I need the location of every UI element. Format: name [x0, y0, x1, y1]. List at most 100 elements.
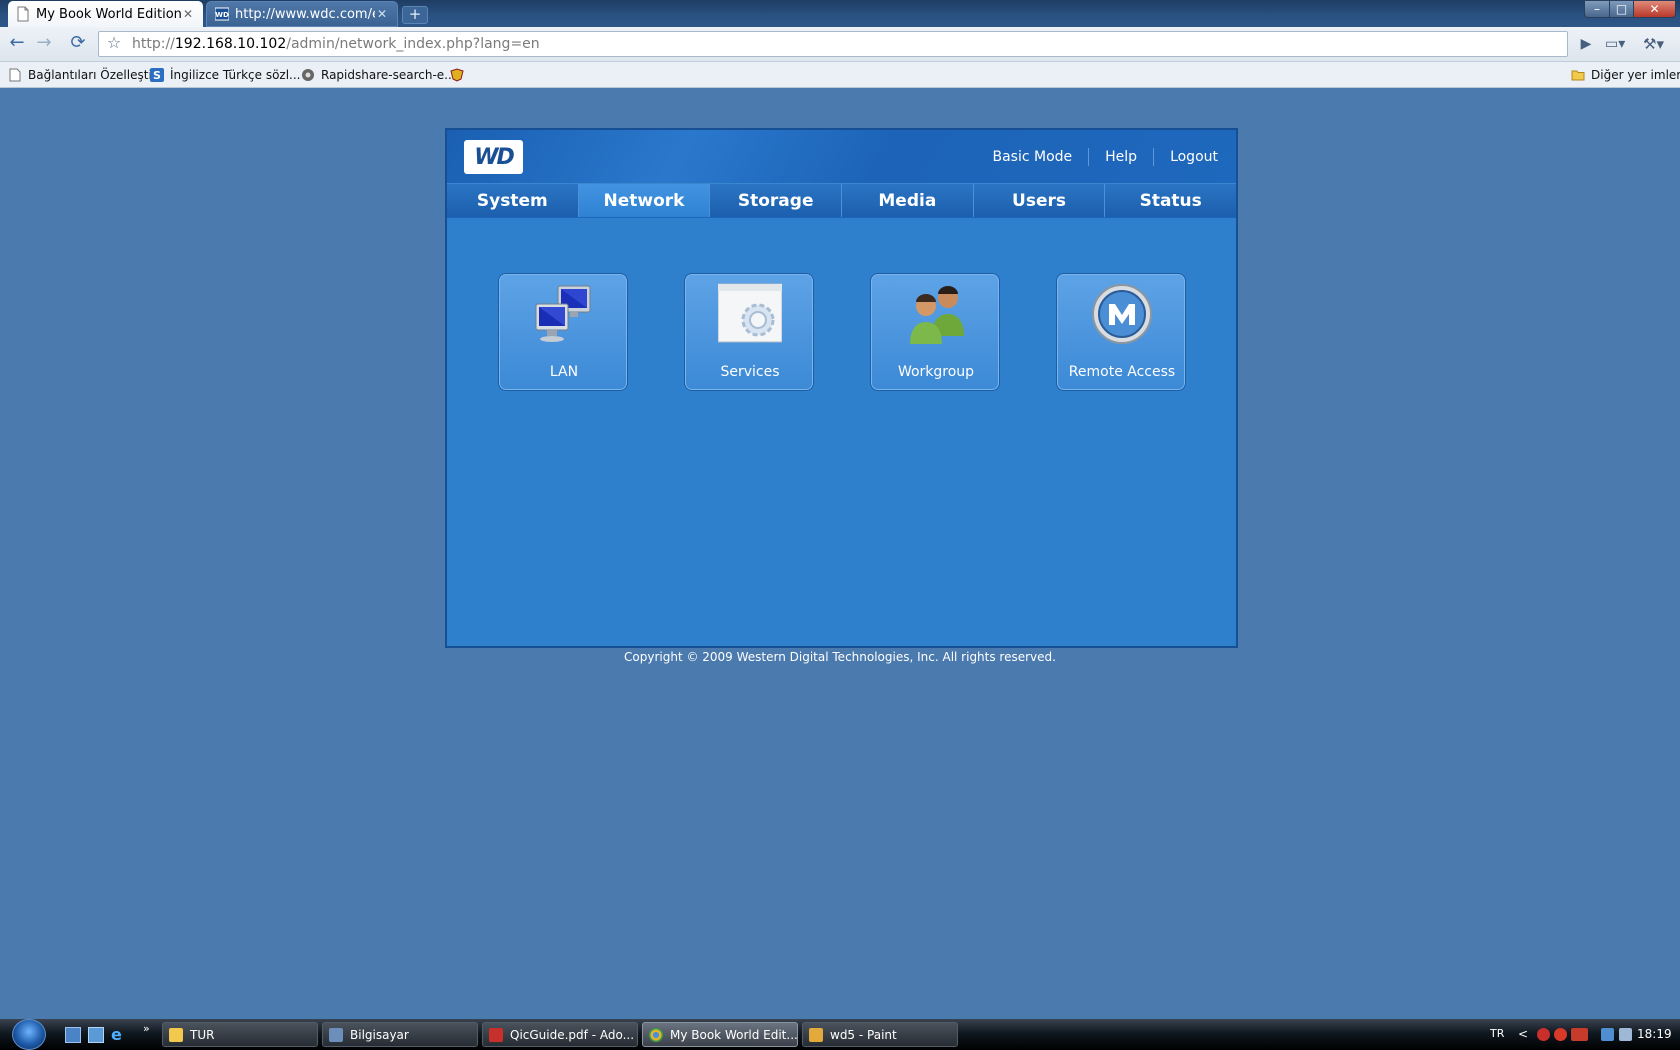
browser-toolbar: ← → ⟳ http://192.168.10.102/admin/networ…	[0, 27, 1680, 62]
tab-close-icon[interactable]: ✕	[181, 7, 195, 21]
svg-text:WD: WD	[215, 11, 229, 19]
taskbar-item-chrome[interactable]: My Book World Edit...	[642, 1022, 798, 1047]
bookmark-icon	[450, 68, 464, 82]
go-button[interactable]: ▶	[1575, 33, 1597, 55]
window-minimize-button[interactable]: –	[1584, 0, 1610, 18]
clock[interactable]: 18:19	[1637, 1027, 1672, 1041]
services-gear-icon	[718, 283, 782, 343]
tab-close-icon[interactable]: ✕	[375, 7, 389, 21]
tab-title: My Book World Edition - ...	[36, 6, 181, 22]
taskbar-item-tur[interactable]: TUR	[162, 1022, 318, 1047]
divider	[1153, 148, 1155, 166]
services-button[interactable]: Services	[684, 273, 814, 391]
network-icon[interactable]	[1601, 1028, 1614, 1041]
wrench-menu-button[interactable]: ⚒▾	[1643, 33, 1675, 55]
folder-icon	[1571, 70, 1585, 81]
tab-users[interactable]: Users	[973, 184, 1106, 217]
tile-label: Services	[720, 364, 780, 380]
bookmark-label: Rapidshare-search-e...	[321, 68, 456, 82]
bookmark-star-icon[interactable]: ☆	[102, 32, 126, 56]
gear-icon	[302, 69, 314, 81]
tray-app-icon[interactable]	[1571, 1028, 1588, 1041]
taskbar-label: TUR	[190, 1027, 215, 1042]
taskbar-item-computer[interactable]: Bilgisayar	[322, 1022, 478, 1047]
tray-expand-icon[interactable]: <	[1518, 1027, 1528, 1041]
tab-system[interactable]: System	[447, 184, 579, 217]
folder-icon	[169, 1027, 183, 1042]
taskbar-label: Bilgisayar	[350, 1027, 409, 1042]
reload-button[interactable]: ⟳	[66, 32, 90, 56]
internet-explorer-icon[interactable]: e	[111, 1027, 127, 1043]
chrome-icon	[649, 1027, 663, 1042]
other-bookmarks[interactable]: Diğer yer imleri	[1571, 66, 1680, 84]
remote-access-m-icon	[1092, 284, 1152, 344]
back-button[interactable]: ←	[5, 32, 29, 56]
lan-computers-icon	[535, 285, 591, 342]
tile-label: Workgroup	[897, 364, 975, 380]
taskbar-label: My Book World Edit...	[670, 1027, 798, 1042]
taskbar-item-pdf[interactable]: QicGuide.pdf - Ado...	[482, 1022, 638, 1047]
address-bar[interactable]: http://192.168.10.102/admin/network_inde…	[98, 31, 1568, 57]
page-icon	[9, 68, 21, 82]
tab-status[interactable]: Status	[1105, 184, 1236, 217]
computer-icon	[329, 1027, 343, 1042]
window-close-button[interactable]: ✕	[1633, 0, 1676, 18]
tile-label: Remote Access	[1068, 364, 1176, 380]
window-maximize-button[interactable]: □	[1609, 0, 1634, 18]
tray-app-icon[interactable]	[1554, 1028, 1567, 1041]
url-host: 192.168.10.102	[174, 36, 287, 52]
other-bookmarks-label: Diğer yer imleri	[1591, 68, 1680, 82]
wd-favicon: WD	[215, 7, 229, 21]
network-options: LAN Services Workgroup Remote Access	[447, 273, 1236, 393]
tray-app-icon[interactable]	[1537, 1028, 1550, 1041]
bookmark-rapidshare[interactable]: Rapidshare-search-e...	[301, 66, 456, 84]
main-nav-tabs: System Network Storage Media Users Statu…	[447, 183, 1236, 218]
browser-tab-active[interactable]: My Book World Edition - ... ✕	[8, 1, 203, 27]
forward-button[interactable]: →	[32, 32, 56, 56]
copyright-text: Copyright © 2009 Western Digital Technol…	[624, 650, 1056, 664]
tab-title: http://www.wdc.com/en...	[235, 6, 375, 22]
bookmarks-bar: Bağlantıları Özelleştir S İngilizce Türk…	[0, 62, 1680, 88]
paint-icon	[809, 1027, 823, 1042]
taskbar-item-paint[interactable]: wd5 - Paint	[802, 1022, 958, 1047]
tab-media[interactable]: Media	[842, 184, 974, 217]
help-link[interactable]: Help	[1105, 149, 1137, 165]
divider	[1088, 148, 1090, 166]
volume-icon[interactable]	[1619, 1028, 1632, 1041]
page-menu-button[interactable]: ▭▾	[1605, 33, 1635, 55]
web-page: WD Basic Mode Help Logout System Network…	[0, 89, 1680, 1019]
wd-admin-panel: WD Basic Mode Help Logout System Network…	[445, 128, 1238, 648]
taskbar-label: QicGuide.pdf - Ado...	[510, 1027, 635, 1042]
panel-header: WD Basic Mode Help Logout	[447, 130, 1236, 183]
switch-windows-icon[interactable]	[88, 1027, 104, 1043]
bookmark-customize-links[interactable]: Bağlantıları Özelleştir	[8, 66, 157, 84]
start-button[interactable]	[12, 1019, 46, 1050]
quicklaunch-more[interactable]: »	[143, 1023, 159, 1039]
page-icon	[17, 6, 29, 22]
language-indicator[interactable]: TR	[1490, 1027, 1504, 1040]
bookmark-label: İngilizce Türkçe sözl...	[170, 68, 301, 82]
new-tab-button[interactable]: +	[402, 6, 428, 24]
browser-tab-wdc[interactable]: WD http://www.wdc.com/en... ✕	[206, 1, 398, 27]
tab-network[interactable]: Network	[578, 184, 711, 217]
bookmark-label: Bağlantıları Özelleştir	[28, 68, 157, 82]
basic-mode-link[interactable]: Basic Mode	[992, 149, 1072, 165]
browser-tab-strip: My Book World Edition - ... ✕ WD http://…	[0, 0, 1680, 27]
bookmark-extension[interactable]	[450, 66, 470, 84]
tile-label: LAN	[549, 364, 579, 380]
s-icon: S	[150, 68, 164, 82]
workgroup-button[interactable]: Workgroup	[870, 273, 1000, 391]
bookmark-dictionary[interactable]: S İngilizce Türkçe sözl...	[150, 66, 301, 84]
show-desktop-icon[interactable]	[65, 1027, 81, 1043]
logout-link[interactable]: Logout	[1170, 149, 1218, 165]
wd-logo: WD	[464, 140, 523, 174]
header-links: Basic Mode Help Logout	[992, 148, 1218, 166]
lan-button[interactable]: LAN	[498, 273, 628, 391]
tab-storage[interactable]: Storage	[710, 184, 843, 217]
url-scheme: http://	[132, 36, 175, 52]
workgroup-people-icon	[910, 286, 964, 344]
url-path: /admin/network_index.php?lang=en	[286, 36, 540, 52]
svg-text:S: S	[153, 69, 161, 82]
remote-access-button[interactable]: Remote Access	[1056, 273, 1186, 391]
pdf-icon	[489, 1027, 503, 1042]
